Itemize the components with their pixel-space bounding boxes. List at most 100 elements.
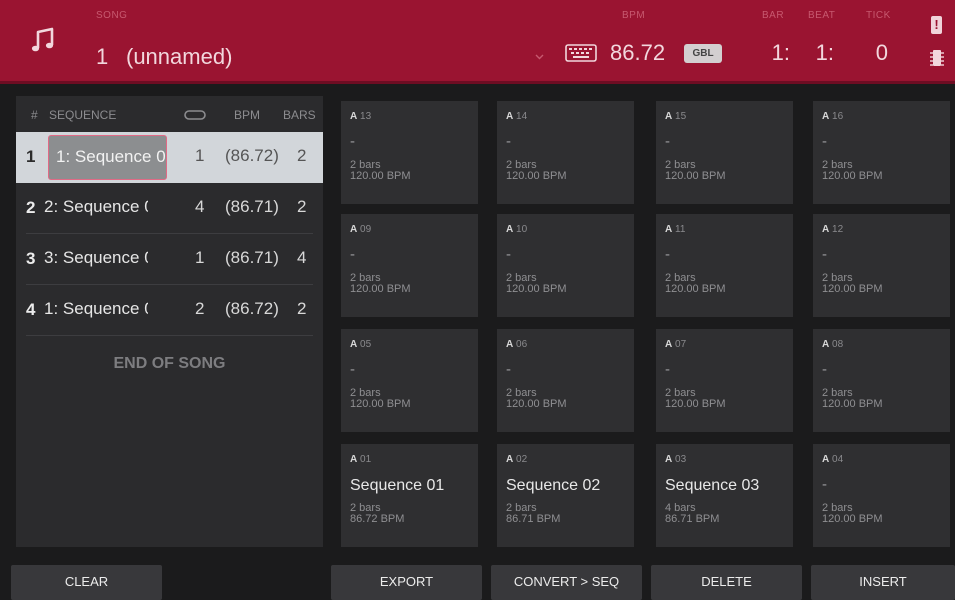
step-number: 4 (26, 300, 36, 319)
pad-bank: A (822, 111, 830, 122)
insert-button[interactable]: INSERT (811, 565, 955, 600)
pad-bank: A (665, 339, 673, 350)
pad-id: A 07 (665, 339, 686, 350)
pad-bank: A (506, 111, 514, 122)
pad-bpm: 120.00 BPM (350, 170, 411, 182)
beat-value[interactable]: 1: (808, 40, 834, 66)
sequence-pad[interactable]: A 09 - 2 bars 120.00 BPM (341, 214, 478, 317)
delete-button[interactable]: DELETE (651, 565, 802, 600)
step-sequence-field[interactable]: 1: Sequence 01 (44, 299, 148, 319)
sequence-pad[interactable]: A 03 Sequence 03 4 bars 86.71 BPM (656, 444, 793, 547)
pad-number: 12 (832, 224, 844, 235)
pad-bpm: 120.00 BPM (665, 283, 726, 295)
sequence-pad[interactable]: A 01 Sequence 01 2 bars 86.72 BPM (341, 444, 478, 547)
sequence-pad[interactable]: A 10 - 2 bars 120.00 BPM (497, 214, 634, 317)
step-bars: 4 (297, 248, 307, 267)
pad-bpm: 120.00 BPM (665, 398, 726, 410)
sequence-pad[interactable]: A 08 - 2 bars 120.00 BPM (813, 329, 950, 432)
pad-sequence-name: - (506, 361, 511, 378)
pad-number: 08 (832, 339, 844, 350)
sequence-pad[interactable]: A 04 - 2 bars 120.00 BPM (813, 444, 950, 547)
pad-bpm: 120.00 BPM (822, 283, 883, 295)
step-repeats[interactable]: 4 (195, 197, 204, 217)
pad-sequence-name: - (506, 246, 511, 263)
tick-label: TICK (866, 10, 891, 21)
sequence-pad[interactable]: A 14 - 2 bars 120.00 BPM (497, 101, 634, 204)
clear-button[interactable]: CLEAR (11, 565, 162, 600)
beat-label: BEAT (808, 10, 836, 21)
pad-sequence-name: - (665, 133, 670, 150)
pad-bpm: 120.00 BPM (822, 513, 883, 525)
pad-bpm: 120.00 BPM (506, 283, 567, 295)
alert-icon[interactable]: ! (931, 16, 942, 34)
pad-id: A 03 (665, 454, 686, 465)
song-number[interactable]: 1 (96, 44, 108, 70)
pad-sequence-name: - (822, 246, 827, 263)
sequence-pad[interactable]: A 05 - 2 bars 120.00 BPM (341, 329, 478, 432)
export-button[interactable]: EXPORT (331, 565, 482, 600)
song-step-row[interactable]: 1 1: Sequence 01 1 (86.72) 2 (16, 132, 323, 183)
pad-sequence-name: Sequence 02 (506, 477, 601, 494)
gbl-badge[interactable]: GBL (684, 44, 722, 63)
pad-bank: A (665, 111, 673, 122)
pad-number: 13 (360, 111, 372, 122)
pad-sequence-name: - (665, 361, 670, 378)
pad-id: A 15 (665, 111, 686, 122)
pad-id: A 06 (506, 339, 527, 350)
bar-value[interactable]: 1: (764, 40, 790, 66)
step-bars: 2 (297, 299, 307, 318)
sequence-pad[interactable]: A 15 - 2 bars 120.00 BPM (656, 101, 793, 204)
step-number: 3 (26, 249, 36, 268)
pad-bank: A (350, 339, 358, 350)
step-bars: 2 (297, 197, 307, 216)
chip-icon (930, 50, 944, 66)
pad-bank: A (506, 454, 514, 465)
bpm-value[interactable]: 86.72 (610, 40, 665, 66)
sequence-pad[interactable]: A 13 - 2 bars 120.00 BPM (341, 101, 478, 204)
pad-sequence-name: Sequence 01 (350, 477, 445, 494)
pad-sequence-name: - (350, 133, 355, 150)
song-list-header: # SEQUENCE BPM BARS (16, 96, 323, 132)
pad-bpm: 120.00 BPM (822, 170, 883, 182)
pad-sequence-name: Sequence 03 (665, 477, 760, 494)
keyboard-icon[interactable] (565, 44, 597, 62)
sequence-pad[interactable]: A 12 - 2 bars 120.00 BPM (813, 214, 950, 317)
step-repeats[interactable]: 1 (195, 248, 204, 268)
sequence-pad[interactable]: A 16 - 2 bars 120.00 BPM (813, 101, 950, 204)
step-bpm: (86.72) (225, 146, 279, 165)
step-sequence-field[interactable]: 2: Sequence 02 (44, 197, 148, 217)
pad-number: 07 (675, 339, 687, 350)
pad-number: 01 (360, 454, 372, 465)
pad-bpm: 120.00 BPM (506, 170, 567, 182)
song-step-row[interactable]: 4 1: Sequence 01 2 (86.72) 2 (26, 285, 313, 336)
pad-id: A 10 (506, 224, 527, 235)
pad-bpm: 86.71 BPM (665, 513, 720, 525)
pad-bank: A (350, 454, 358, 465)
step-bpm: (86.72) (225, 299, 279, 318)
convert-to-seq-button[interactable]: CONVERT > SEQ (491, 565, 642, 600)
sequence-pad[interactable]: A 02 Sequence 02 2 bars 86.71 BPM (497, 444, 634, 547)
pad-number: 11 (675, 224, 686, 235)
pad-id: A 08 (822, 339, 843, 350)
step-repeats[interactable]: 2 (195, 299, 204, 319)
header-bar: SONG 1 (unnamed) BPM 86.72 GBL BAR BEAT … (0, 0, 955, 84)
tick-value[interactable]: 0 (866, 40, 888, 66)
chevron-down-icon[interactable] (535, 52, 544, 61)
pad-number: 03 (675, 454, 687, 465)
song-step-row[interactable]: 2 2: Sequence 02 4 (86.71) 2 (26, 183, 313, 234)
step-sequence-field[interactable]: 3: Sequence 03 (44, 248, 148, 268)
music-note-icon[interactable] (30, 26, 58, 56)
step-repeats[interactable]: 1 (195, 146, 204, 166)
sequence-pad[interactable]: A 06 - 2 bars 120.00 BPM (497, 329, 634, 432)
song-name[interactable]: (unnamed) (126, 44, 232, 70)
step-bpm: (86.71) (225, 248, 279, 267)
pad-sequence-name: - (822, 133, 827, 150)
pad-bpm: 120.00 BPM (350, 283, 411, 295)
pad-sequence-name: - (822, 361, 827, 378)
step-sequence-field[interactable]: 1: Sequence 01 (48, 135, 167, 180)
sequence-pad[interactable]: A 07 - 2 bars 120.00 BPM (656, 329, 793, 432)
sequence-pad[interactable]: A 11 - 2 bars 120.00 BPM (656, 214, 793, 317)
pad-bank: A (822, 224, 830, 235)
song-step-row[interactable]: 3 3: Sequence 03 1 (86.71) 4 (26, 234, 313, 285)
pad-bpm: 86.72 BPM (350, 513, 405, 525)
